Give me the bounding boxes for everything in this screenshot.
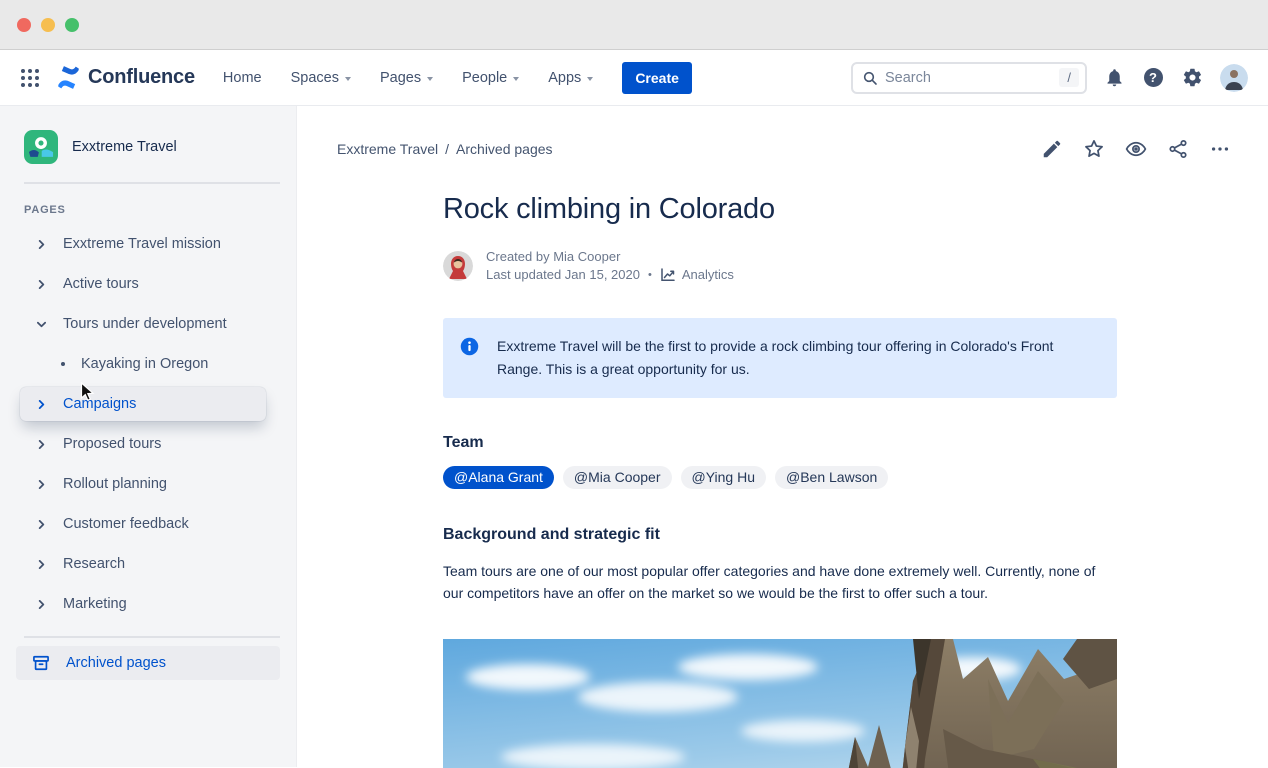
chevron-right-icon [37, 280, 46, 289]
sidebar-item-kayaking-in-oregon[interactable]: Kayaking in Oregon [0, 344, 296, 384]
window-close-button[interactable] [17, 18, 31, 32]
help-icon[interactable]: ? [1141, 66, 1165, 90]
window-minimize-button[interactable] [41, 18, 55, 32]
menu-item-apps[interactable]: Apps [548, 70, 593, 86]
breadcrumb-space-link[interactable]: Exxtreme Travel [337, 141, 438, 157]
sidebar-item-customer-feedback[interactable]: Customer feedback [0, 504, 296, 544]
bullet-icon [61, 362, 65, 366]
content-header: Exxtreme Travel / Archived pages [297, 106, 1268, 160]
star-favorite-icon[interactable] [1083, 138, 1105, 160]
mention-mia-cooper[interactable]: @Mia Cooper [563, 466, 672, 489]
chevron-right-icon [37, 440, 46, 449]
space-icon [24, 130, 58, 164]
chevron-right-icon [37, 600, 46, 609]
create-button[interactable]: Create [622, 62, 692, 94]
menu-item-pages[interactable]: Pages [380, 70, 433, 86]
nav-right-cluster: / ? [851, 62, 1248, 94]
mention-ben-lawson[interactable]: @Ben Lawson [775, 466, 888, 489]
watch-eye-icon[interactable] [1125, 138, 1147, 160]
sidebar-item-active-tours[interactable]: Active tours [0, 264, 296, 304]
background-paragraph: Team tours are one of our most popular o… [443, 561, 1117, 604]
sidebar-item-marketing[interactable]: Marketing [0, 584, 296, 624]
info-panel-text: Exxtreme Travel will be the first to pro… [497, 335, 1097, 381]
confluence-logo[interactable]: Confluence [56, 65, 195, 90]
background-heading: Background and strategic fit [443, 526, 1117, 544]
byline-separator: • [648, 266, 652, 284]
team-heading: Team [443, 434, 1117, 452]
confluence-window: Confluence Home Spaces Pages People Apps… [0, 0, 1268, 768]
chevron-down-icon [345, 77, 351, 81]
chevron-down-icon [37, 320, 46, 329]
sidebar-divider [24, 636, 280, 638]
notifications-bell-icon[interactable] [1102, 66, 1126, 90]
sidebar-item-research[interactable]: Research [0, 544, 296, 584]
page-image[interactable] [443, 639, 1117, 768]
sidebar-divider [24, 182, 280, 184]
settings-gear-icon[interactable] [1180, 66, 1204, 90]
search-shortcut-key: / [1059, 68, 1079, 87]
menu-item-home[interactable]: Home [223, 70, 262, 86]
edit-pencil-icon[interactable] [1041, 138, 1063, 160]
search-box[interactable]: / [851, 62, 1087, 94]
sidebar-item-tours-under-development[interactable]: Tours under development [0, 304, 296, 344]
sidebar-item-campaigns-dragging[interactable]: Campaigns [20, 387, 266, 421]
user-avatar[interactable] [1220, 64, 1248, 92]
sidebar-item-campaigns-slot: Campaigns [0, 384, 296, 424]
menu-item-people[interactable]: People [462, 70, 519, 86]
space-sidebar: Exxtreme Travel PAGES Exxtreme Travel mi… [0, 106, 297, 767]
chevron-right-icon [37, 520, 46, 529]
sidebar-item-archived-pages[interactable]: Archived pages [16, 646, 280, 680]
info-icon [459, 336, 480, 357]
chevron-down-icon [587, 77, 593, 81]
pages-section-label: PAGES [24, 204, 296, 216]
breadcrumb-separator: / [445, 141, 449, 157]
app-switcher-icon[interactable] [18, 66, 42, 90]
search-input[interactable] [885, 70, 1059, 86]
space-name: Exxtreme Travel [72, 139, 177, 155]
archive-box-icon [31, 653, 51, 673]
chevron-down-icon [427, 77, 433, 81]
sidebar-item-proposed-tours[interactable]: Proposed tours [0, 424, 296, 464]
team-mentions: @Alana Grant @Mia Cooper @Ying Hu @Ben L… [443, 466, 1117, 489]
space-header[interactable]: Exxtreme Travel [0, 130, 296, 164]
confluence-logo-icon [56, 65, 81, 90]
last-updated-text: Last updated Jan 15, 2020 [486, 266, 640, 284]
confluence-logo-text: Confluence [88, 66, 195, 89]
page-article: Rock climbing in Colorado Created by Mia… [443, 193, 1117, 768]
window-titlebar [0, 0, 1268, 50]
menu-item-spaces[interactable]: Spaces [291, 70, 351, 86]
chevron-right-icon [37, 560, 46, 569]
mention-alana-grant[interactable]: @Alana Grant [443, 466, 554, 489]
main-menu: Home Spaces Pages People Apps [223, 70, 622, 86]
created-by-text: Created by Mia Cooper [486, 248, 734, 266]
sidebar-item-rollout-planning[interactable]: Rollout planning [0, 464, 296, 504]
analytics-chart-icon [660, 267, 676, 283]
byline-meta: Created by Mia Cooper Last updated Jan 1… [486, 248, 734, 284]
page-actions [1021, 138, 1231, 160]
mention-ying-hu[interactable]: @Ying Hu [681, 466, 767, 489]
chevron-right-icon [37, 400, 46, 409]
window-zoom-button[interactable] [65, 18, 79, 32]
help-glyph: ? [1149, 70, 1157, 85]
author-avatar[interactable] [443, 251, 473, 281]
page-content: Exxtreme Travel / Archived pages [297, 106, 1268, 767]
top-navigation-bar: Confluence Home Spaces Pages People Apps… [0, 50, 1268, 106]
analytics-link[interactable]: Analytics [660, 266, 734, 284]
breadcrumb: Exxtreme Travel / Archived pages [337, 141, 553, 157]
breadcrumb-page-link[interactable]: Archived pages [456, 141, 553, 157]
more-actions-icon[interactable] [1209, 138, 1231, 160]
share-icon[interactable] [1167, 138, 1189, 160]
chevron-down-icon [513, 77, 519, 81]
chevron-right-icon [37, 240, 46, 249]
search-icon [862, 70, 878, 86]
sidebar-item-exxtreme-travel-mission[interactable]: Exxtreme Travel mission [0, 224, 296, 264]
chevron-right-icon [37, 480, 46, 489]
page-title: Rock climbing in Colorado [443, 193, 1117, 226]
byline: Created by Mia Cooper Last updated Jan 1… [443, 248, 1117, 284]
info-panel: Exxtreme Travel will be the first to pro… [443, 318, 1117, 398]
